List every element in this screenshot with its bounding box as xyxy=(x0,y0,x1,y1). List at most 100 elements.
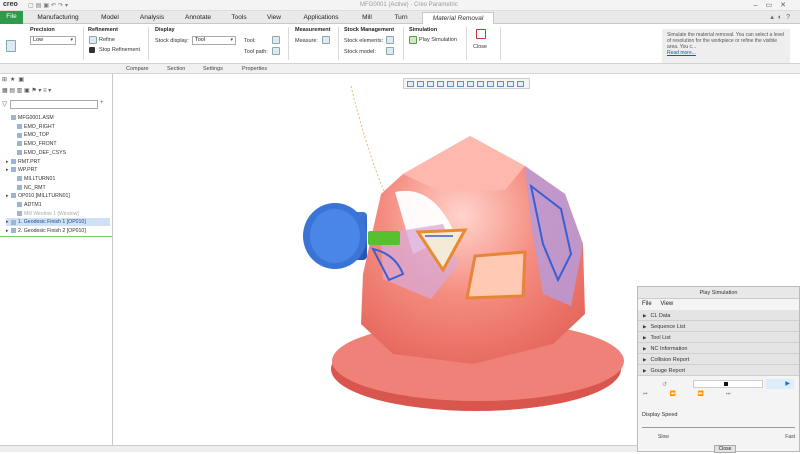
caret-right-icon: ▶ xyxy=(643,335,647,340)
tree-item[interactable]: EMO_FRONT xyxy=(6,140,57,148)
tree-item-label: MILLTURN01 xyxy=(24,175,56,182)
divider xyxy=(403,27,404,60)
stop-icon[interactable] xyxy=(724,382,728,386)
tab-file[interactable]: File xyxy=(0,11,23,24)
tree-item-label: 1. Geodesic Finish 1 [OP010] xyxy=(18,219,86,226)
read-more-link[interactable]: Read more... xyxy=(667,50,785,56)
tree-item[interactable]: EMO_RIGHT xyxy=(6,123,55,131)
subtab-settings[interactable]: Settings xyxy=(203,66,223,72)
menu-file[interactable]: File xyxy=(642,301,652,307)
reset-icon[interactable]: ↺ xyxy=(662,381,667,388)
saved-views-icon[interactable] xyxy=(457,81,464,87)
tree-item[interactable]: Mill Window 1 [Window] xyxy=(6,210,79,218)
filter-icon[interactable]: ▽ xyxy=(2,100,7,108)
tab-view[interactable]: View xyxy=(262,12,286,24)
feature-icon xyxy=(11,158,16,164)
perspective-icon[interactable] xyxy=(477,81,484,87)
menu-view[interactable]: View xyxy=(660,301,673,307)
tab-turn[interactable]: Turn xyxy=(390,12,412,24)
window-controls[interactable]: –▭✕ xyxy=(754,1,794,9)
precision-select[interactable]: Low ▾ xyxy=(30,36,76,45)
speed-slider[interactable] xyxy=(642,427,795,428)
tree-add-icon[interactable]: + xyxy=(100,100,104,106)
tab-annotate[interactable]: Annotate xyxy=(180,12,216,24)
display-speed-label: Display Speed xyxy=(642,412,678,418)
tree-item[interactable]: ▸ 2. Geodesic Finish 2 [OP010] xyxy=(6,227,86,235)
repaint-icon[interactable] xyxy=(437,81,444,87)
refine-button[interactable]: Refine xyxy=(99,37,115,43)
play-simulation-button[interactable]: Play Simulation xyxy=(419,37,457,43)
tab-model[interactable]: Model xyxy=(95,12,125,24)
section-gouge-report[interactable]: ▶ Gouge Report xyxy=(638,365,799,376)
zoom-in-icon[interactable] xyxy=(417,81,424,87)
tool-path-icon[interactable] xyxy=(272,47,280,55)
stop-refinement-button[interactable]: Stop Refinement xyxy=(99,47,140,53)
tree-item[interactable]: ▸ RMT.PRT xyxy=(6,158,40,166)
feature-icon xyxy=(17,202,22,208)
ribbon-tabs: File Manufacturing Model Analysis Annota… xyxy=(0,11,800,24)
refit-icon[interactable] xyxy=(407,81,414,87)
spin-center-icon[interactable] xyxy=(507,81,514,87)
section-sequence-list[interactable]: ▶ Sequence List xyxy=(638,321,799,332)
dashboard-subtabs: Compare Section Settings Properties xyxy=(0,64,800,74)
tool-icon[interactable] xyxy=(272,36,280,44)
tree-item-label: WP.PRT xyxy=(18,167,38,174)
tree-toolbar[interactable]: ▦ ▤ ▥ ▣ ⚑ ▾ ≡ ▾ xyxy=(2,87,110,97)
panel-tab-icons[interactable]: ⊞★▣ xyxy=(2,76,27,83)
measure-icon[interactable] xyxy=(322,36,330,44)
close-button[interactable]: Close xyxy=(473,44,487,50)
stock-elements-label: Stock elements: xyxy=(344,38,384,44)
tree-item[interactable]: ADTM1 xyxy=(6,201,42,209)
view-toolbar xyxy=(403,78,530,89)
feature-icon xyxy=(11,219,16,225)
tree-item[interactable]: ▸ 1. Geodesic Finish 1 [OP010] xyxy=(6,218,110,227)
subtab-compare[interactable]: Compare xyxy=(126,66,149,72)
precision-group-title: Precision xyxy=(30,27,55,33)
tree-item[interactable]: MILLTURN01 xyxy=(6,175,55,183)
tree-item[interactable]: ▸ OP010 [MILLTURN01] xyxy=(6,192,70,200)
tree-item[interactable]: EMO_TOP xyxy=(6,131,49,139)
tree-item-label: MFG0001.ASM xyxy=(18,115,54,121)
tab-applications[interactable]: Applications xyxy=(298,12,344,24)
step-buttons[interactable]: ⏮⏪⏩⏭ xyxy=(643,391,752,397)
simulation-group-title: Simulation xyxy=(409,27,438,33)
section-tool-list[interactable]: ▶ Tool List xyxy=(638,332,799,343)
subtab-section[interactable]: Section xyxy=(167,66,185,72)
tree-item[interactable]: MFG0001.ASM xyxy=(6,114,54,122)
tab-mill[interactable]: Mill xyxy=(357,12,377,24)
section-collision-report[interactable]: ▶ Collision Report xyxy=(638,354,799,365)
refine-icon xyxy=(89,36,97,44)
tool-label: Tool: xyxy=(244,38,256,44)
tab-bar-icons[interactable]: ▴◐? xyxy=(770,13,794,21)
tree-item[interactable]: NC_RMT xyxy=(6,184,46,192)
measure-label: Measure: xyxy=(295,38,318,44)
section-nc-information[interactable]: ▶ NC Information xyxy=(638,343,799,354)
tab-manufacturing[interactable]: Manufacturing xyxy=(31,12,85,24)
feature-icon xyxy=(17,184,22,190)
tab-material-removal[interactable]: Material Removal xyxy=(422,12,494,24)
stock-display-select[interactable]: Tool ▾ xyxy=(192,36,236,45)
caret-right-icon: ▶ xyxy=(643,357,647,362)
subtab-properties[interactable]: Properties xyxy=(242,66,267,72)
sketch-view-icon[interactable] xyxy=(517,81,524,87)
quick-access-toolbar[interactable]: ▢▤▣↶↷▾ xyxy=(28,2,70,9)
zoom-out-icon[interactable] xyxy=(427,81,434,87)
caret-right-icon: ▶ xyxy=(643,324,647,329)
view-manager-icon[interactable] xyxy=(467,81,474,87)
tree-item[interactable]: EMO_DEF_CSYS xyxy=(6,149,66,157)
tab-tools[interactable]: Tools xyxy=(227,12,251,24)
datum-display-icon[interactable] xyxy=(487,81,494,87)
dialog-title: Play Simulation xyxy=(638,287,799,299)
tree-search-input[interactable] xyxy=(10,100,98,109)
feature-icon xyxy=(17,141,22,147)
play-simulation-dialog: Play Simulation File View ▶ CL Data ▶ Sequ… xyxy=(637,286,800,453)
tree-item[interactable]: ▸ WP.PRT xyxy=(6,166,37,174)
play-button[interactable]: ▶ xyxy=(766,379,794,389)
simulation-mode-icon[interactable] xyxy=(6,40,16,52)
section-cl-data[interactable]: ▶ CL Data xyxy=(638,310,799,321)
tab-analysis[interactable]: Analysis xyxy=(135,12,169,24)
stock-elements-icon[interactable] xyxy=(386,36,394,44)
display-style-icon[interactable] xyxy=(447,81,454,87)
stock-model-icon[interactable] xyxy=(386,47,394,55)
annotation-display-icon[interactable] xyxy=(497,81,504,87)
